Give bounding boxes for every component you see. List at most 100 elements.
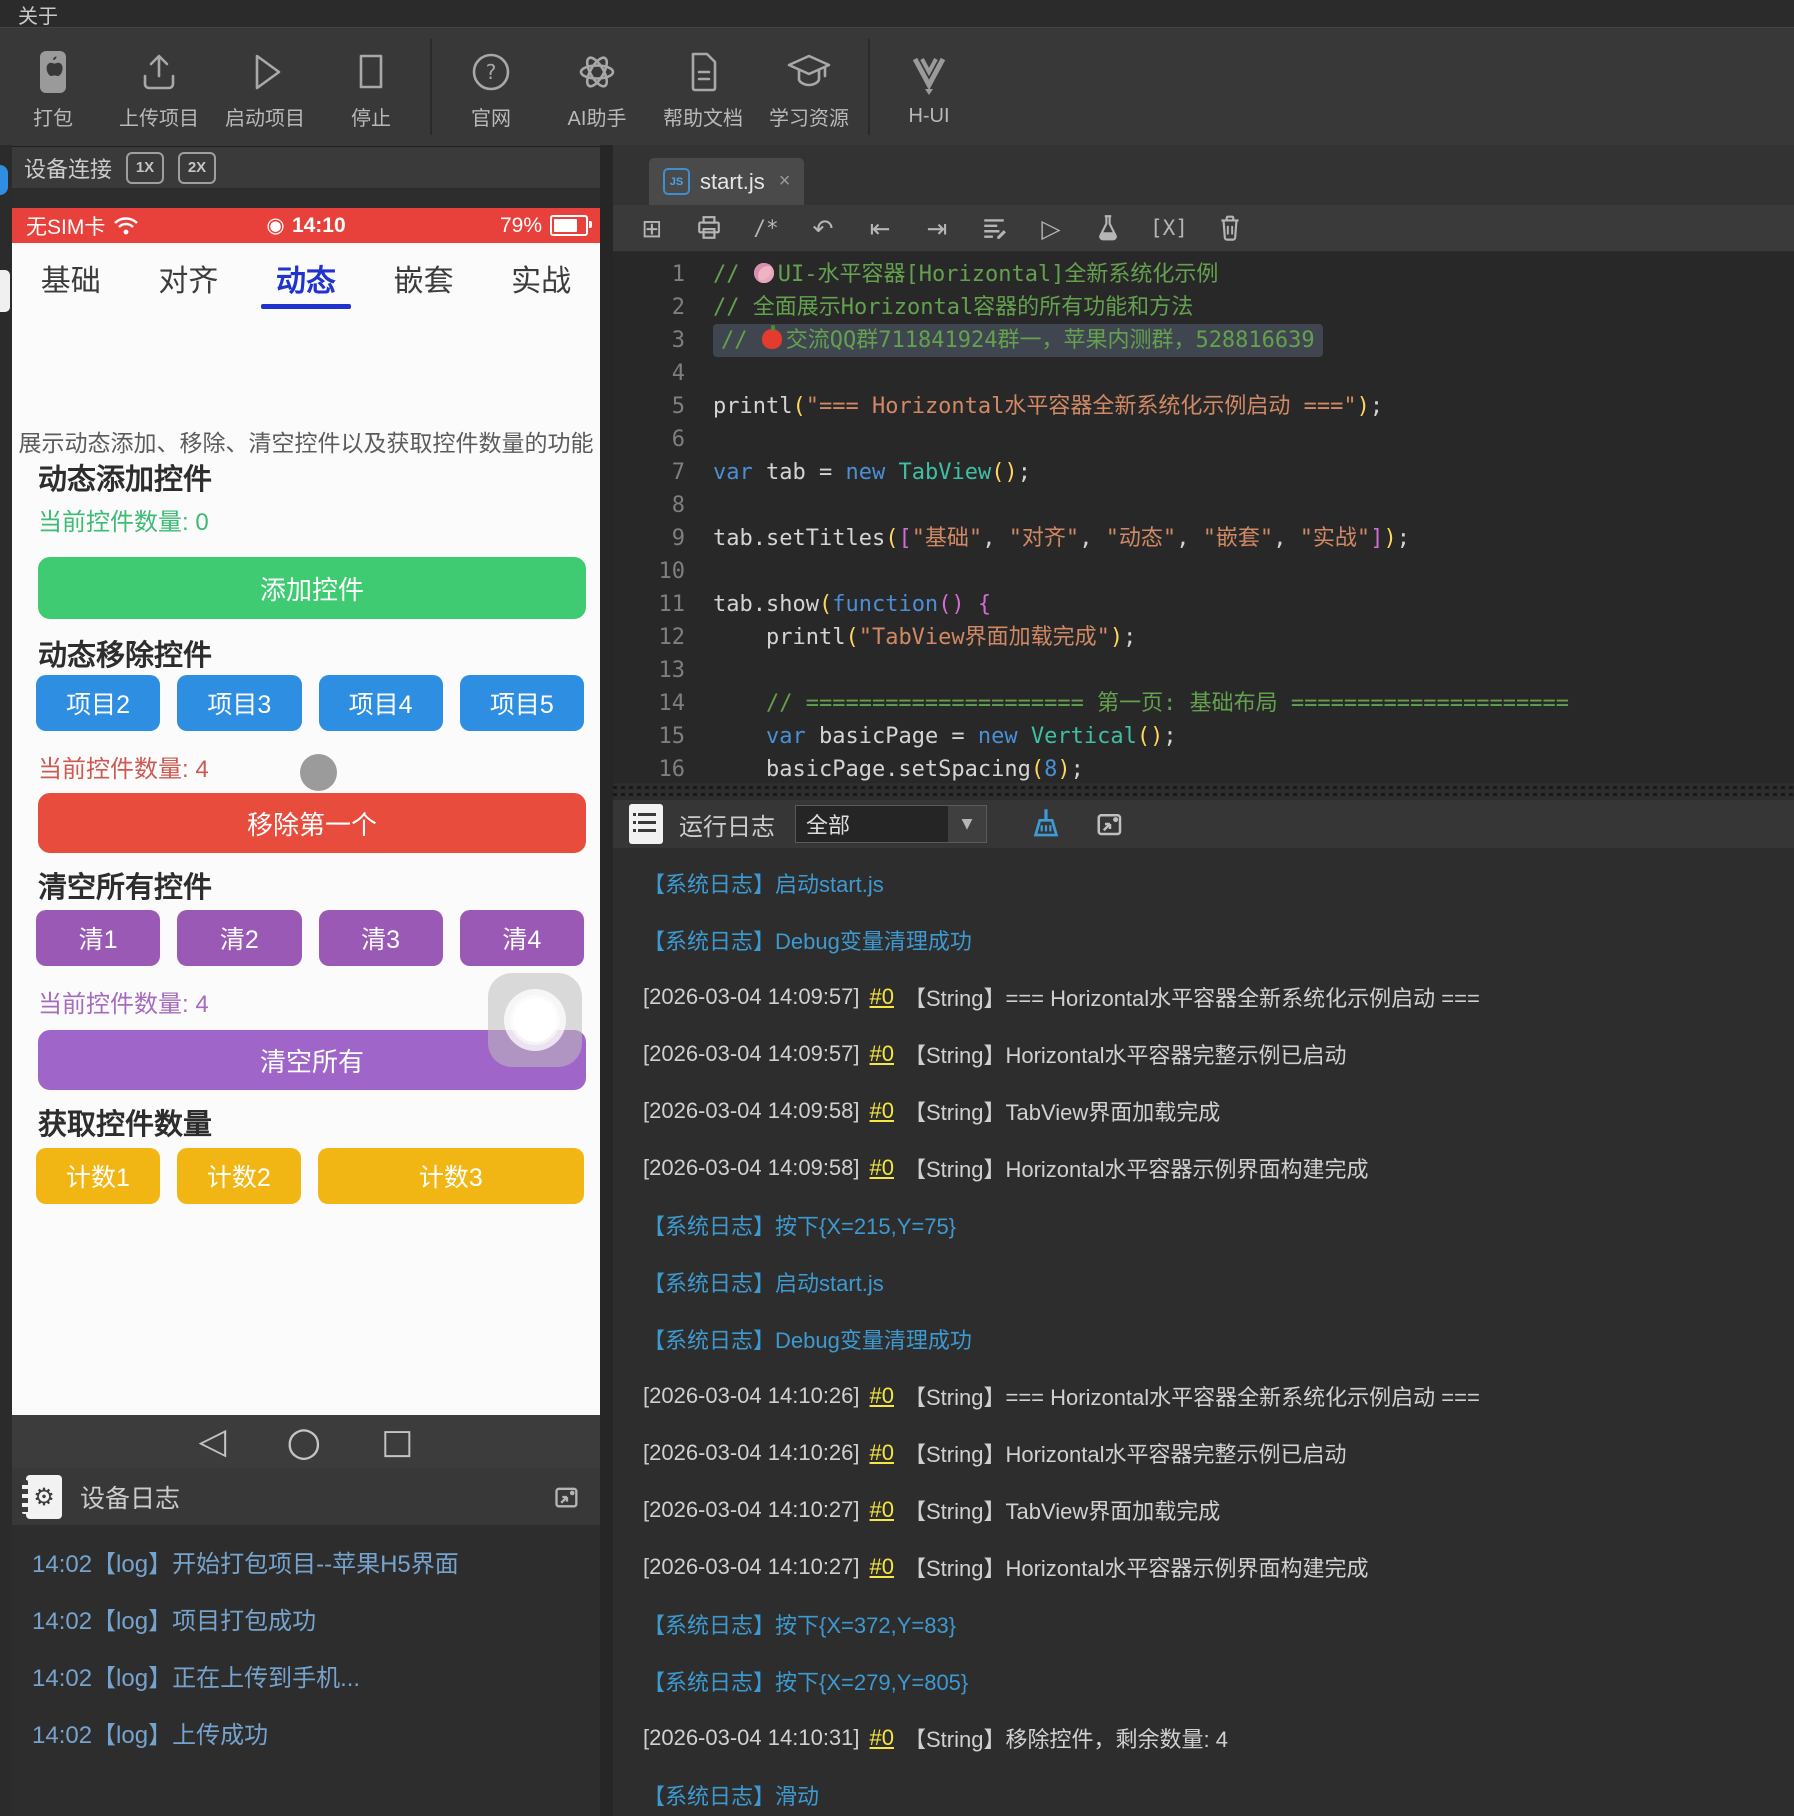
phone-button-清1[interactable]: 清1: [36, 910, 161, 966]
toolbar-button-AI助手[interactable]: AI助手: [544, 37, 650, 137]
print-icon[interactable]: [694, 212, 724, 244]
sidebar-tab-handle[interactable]: [0, 270, 10, 312]
scale-2x-button[interactable]: 2X: [178, 151, 217, 184]
toolbar-button-上传项目[interactable]: 上传项目: [106, 37, 212, 137]
log-ref-link[interactable]: #0: [870, 1155, 894, 1181]
outdent-icon[interactable]: ⇤: [865, 212, 895, 244]
code-token: ): [1057, 757, 1071, 782]
menu-about[interactable]: 关于: [18, 0, 58, 29]
add-count-label: 当前控件数量: 0: [38, 509, 209, 536]
log-ref-link[interactable]: #0: [870, 1725, 894, 1751]
format-icon[interactable]: [979, 212, 1009, 244]
phone-button-清3[interactable]: 清3: [318, 910, 443, 966]
comment-icon[interactable]: /*: [751, 212, 781, 244]
tab-close-icon[interactable]: ×: [779, 170, 791, 193]
code-token: ,: [1273, 526, 1300, 551]
log-message: 【String】=== Horizontal水平容器全新系统化示例启动 ===: [904, 1384, 1480, 1410]
hui-logo-icon: [905, 47, 953, 103]
phone-button-计数3[interactable]: 计数3: [317, 1148, 585, 1204]
code-editor[interactable]: 1 // UI-水平容器[Horizontal]全新系统化示例 2 // 全面展示Ho…: [613, 252, 1794, 783]
clear-log-broom-icon[interactable]: [1031, 808, 1061, 840]
code-token: // 全面展示Horizontal容器的所有功能和方法: [713, 295, 1194, 320]
phone-button-清4[interactable]: 清4: [459, 910, 584, 966]
log-ref-link[interactable]: #0: [870, 984, 894, 1010]
log-filter-dropdown[interactable]: 全部 ▼: [795, 805, 987, 843]
phone-tab-bar: 基础 对齐 动态 嵌套 实战: [12, 243, 600, 313]
code-token: "动态": [1105, 526, 1177, 551]
log-message: 【String】Horizontal水平容器完整示例已启动: [904, 1042, 1347, 1068]
phone-tab-对齐[interactable]: 对齐: [130, 243, 248, 313]
phone-button-项目4[interactable]: 项目4: [318, 675, 443, 731]
toolbar-button-启动项目[interactable]: 启动项目: [212, 37, 318, 137]
code-token: (: [885, 526, 899, 551]
code-line-content: [713, 555, 726, 588]
nav-back-icon[interactable]: ◁: [199, 1421, 227, 1462]
horizontal-splitter[interactable]: [613, 783, 1794, 800]
log-ref-link[interactable]: #0: [870, 1041, 894, 1067]
flask-icon[interactable]: [1093, 212, 1123, 244]
log-ref-link[interactable]: #0: [870, 1497, 894, 1523]
toolbar-button-帮助文档[interactable]: 帮助文档: [650, 37, 756, 137]
device-log-list: 14:02【log】开始打包项目--苹果H5界面 14:02【log】项目打包成功…: [12, 1525, 600, 1816]
code-token: new: [977, 724, 1018, 749]
emoji-apple: [761, 325, 782, 349]
log-ref-link[interactable]: #0: [870, 1098, 894, 1124]
code-token: Vertical: [1030, 724, 1137, 749]
log-ref-link[interactable]: #0: [870, 1440, 894, 1466]
toolbar-button-学习资源[interactable]: 学习资源: [756, 37, 862, 137]
new-file-icon[interactable]: ⊞: [637, 212, 667, 244]
add-widget-button[interactable]: 添加控件: [38, 557, 586, 619]
editor-tab-label: start.js: [700, 168, 765, 194]
code-token: (: [792, 394, 806, 419]
device-log-popout-icon[interactable]: [552, 1481, 582, 1513]
nav-recents-icon[interactable]: □: [381, 1422, 413, 1462]
editor-tab-startjs[interactable]: JS start.js ×: [649, 158, 805, 205]
run-log-popout-icon[interactable]: [1095, 809, 1125, 839]
code-line-content: printl("=== Horizontal水平容器全新系统化示例启动 ==="…: [713, 390, 1383, 423]
phone-tab-实战[interactable]: 实战: [482, 243, 600, 313]
variables-icon[interactable]: [X]: [1150, 212, 1188, 244]
log-ref-link[interactable]: #0: [870, 1383, 894, 1409]
toolbar-button-停止[interactable]: 停止: [318, 37, 424, 137]
scale-1x-button[interactable]: 1X: [126, 151, 165, 184]
phone-button-项目3[interactable]: 项目3: [177, 675, 302, 731]
phone-nav-bar: ◁ ○ □: [12, 1415, 600, 1468]
indent-icon[interactable]: ⇥: [922, 212, 952, 244]
code-token: ,: [1176, 526, 1203, 551]
code-token: ;: [1369, 394, 1384, 419]
panel-divider[interactable]: [600, 145, 613, 1816]
assistive-touch-button[interactable]: [488, 973, 582, 1067]
nav-home-icon[interactable]: ○: [286, 1419, 321, 1465]
phone-button-计数1[interactable]: 计数1: [36, 1148, 160, 1204]
toolbar-button-label: 打包: [33, 107, 73, 130]
code-token: var: [713, 460, 753, 485]
sidebar-blue-handle[interactable]: [0, 165, 8, 195]
toolbar-button-label: 学习资源: [769, 107, 849, 130]
toolbar-button-H-UI[interactable]: H-UI: [876, 37, 982, 137]
phone-button-清2[interactable]: 清2: [177, 910, 302, 966]
line-number: 12: [658, 625, 686, 650]
code-token: (: [1030, 757, 1045, 782]
remove-first-button[interactable]: 移除第一个: [38, 793, 586, 853]
code-line-content: [713, 489, 726, 522]
toolbar-button-官网[interactable]: ? 官网: [438, 37, 544, 137]
phone-tab-基础[interactable]: 基础: [12, 243, 130, 313]
svg-text:?: ?: [486, 60, 497, 84]
toolbar-button-label: AI助手: [567, 107, 627, 130]
log-ref-link[interactable]: #0: [870, 1554, 894, 1580]
code-token: "TabView界面加载完成": [858, 625, 1110, 650]
undo-icon[interactable]: ↶: [808, 212, 838, 244]
run-log-entry: [2026-03-04 14:09:58] #0 【String】TabView界面…: [613, 1082, 1794, 1139]
phone-tab-嵌套[interactable]: 嵌套: [365, 243, 483, 313]
code-line: 6: [613, 423, 1794, 456]
phone-button-项目5[interactable]: 项目5: [459, 675, 584, 731]
code-token: "基础": [911, 526, 983, 551]
code-line: 4: [613, 357, 1794, 390]
phone-button-计数2[interactable]: 计数2: [176, 1148, 301, 1204]
run-icon[interactable]: ▷: [1036, 212, 1066, 244]
toolbar-button-打包[interactable]: 打包: [0, 37, 106, 137]
trash-icon[interactable]: [1215, 212, 1245, 244]
code-line-content: // UI-水平容器[Horizontal]全新系统化示例: [713, 258, 1218, 291]
phone-tab-动态[interactable]: 动态: [247, 243, 365, 313]
phone-button-项目2[interactable]: 项目2: [36, 675, 161, 731]
